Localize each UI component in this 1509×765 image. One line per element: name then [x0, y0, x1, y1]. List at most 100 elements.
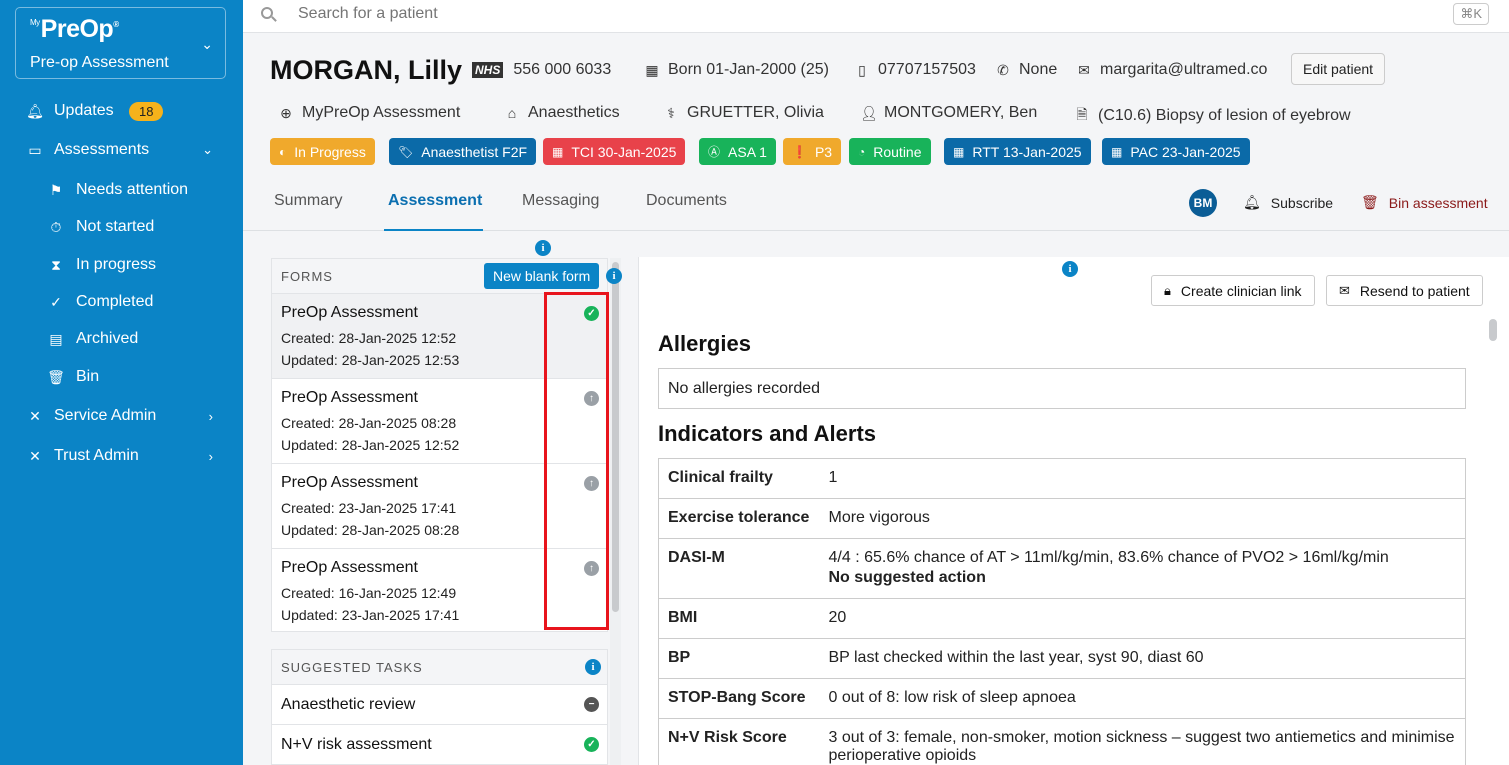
pathway-badge: 🏷︎ Anaesthetist F2F	[389, 138, 537, 165]
chevron-down-icon: ⌄	[201, 36, 213, 52]
consultant: 👤︎ MONTGOMERY, Ben	[860, 104, 1038, 121]
tasks-title: SUGGESTED TASKS	[281, 660, 423, 675]
info-icon[interactable]: i	[535, 240, 551, 256]
indicators-table: Clinical frailty 1 Exercise tolerance Mo…	[658, 458, 1466, 765]
tci-badge: ▦ TCI 30-Jan-2025	[543, 138, 686, 165]
asa-badge: Ⓐ ASA 1	[699, 138, 776, 165]
task-item[interactable]: Anaesthetic review −	[272, 685, 607, 725]
table-row: STOP-Bang Score 0 out of 8: low risk of …	[658, 678, 1466, 719]
phone-icon: ✆	[997, 61, 1009, 78]
sidebar-item-archived[interactable]: ▤ Archived	[0, 324, 243, 354]
mobile-number: ▯ 07707157503	[854, 61, 976, 79]
mobile-icon: ▯	[858, 61, 866, 78]
table-row: N+V Risk Score 3 out of 3: female, non-s…	[658, 718, 1466, 765]
calendar-icon: ▦	[953, 144, 965, 159]
patient-search-input[interactable]	[298, 5, 898, 23]
alert-icon: ❗	[792, 144, 807, 159]
calendar-icon: ▦	[645, 61, 659, 78]
active-tab-indicator	[384, 229, 483, 231]
specialty: ⌂ Anaesthetics	[504, 104, 620, 122]
tab-documents[interactable]: Documents	[646, 192, 727, 210]
tab-messaging[interactable]: Messaging	[522, 192, 599, 210]
search-shortcut-hint: ⌘K	[1453, 3, 1489, 25]
search-icon	[261, 7, 277, 23]
subscribe-button[interactable]: 🔔︎ Subscribe	[1243, 194, 1333, 211]
patient-name: MORGAN, Lilly	[270, 55, 463, 85]
info-icon[interactable]: i	[606, 268, 622, 284]
envelope-icon: ✉	[1339, 282, 1350, 298]
info-icon[interactable]: i	[585, 659, 601, 675]
create-clinician-link-button[interactable]: 🔒︎ Create clinician link	[1151, 275, 1315, 306]
stopwatch-icon: ⏱︎	[50, 218, 62, 235]
tag-icon: 🏷︎	[398, 144, 414, 159]
chevron-right-icon: ›	[208, 448, 213, 464]
allergies-content: No allergies recorded	[658, 368, 1466, 409]
chevron-right-icon: ›	[208, 408, 213, 424]
assessment-detail-panel: i 🔒︎ Create clinician link ✉ Resend to pat…	[638, 257, 1509, 765]
resend-to-patient-button[interactable]: ✉ Resend to patient	[1326, 275, 1483, 306]
urgency-badge: ◔ Routine	[849, 138, 931, 165]
pac-badge: ▦ PAC 23-Jan-2025	[1102, 138, 1250, 165]
user-icon: 👤︎	[860, 104, 878, 121]
updates-count-badge: 18	[129, 102, 164, 121]
suggested-tasks-panel: SUGGESTED TASKS i Anaesthetic review − N…	[271, 649, 608, 765]
document-icon: 🗎	[1076, 106, 1088, 122]
stethoscope-icon: ⚕	[667, 104, 675, 121]
sidebar-item-trust-admin[interactable]: ✕ Trust Admin ›	[0, 441, 243, 471]
procedure: 🗎 (C10.6) Biopsy of lesion of eyebrow	[1074, 104, 1350, 128]
sidebar-item-completed[interactable]: ✓ Completed	[0, 287, 243, 317]
sidebar-item-updates[interactable]: 🔔︎ Updates 18	[0, 96, 243, 126]
table-row: Clinical frailty 1	[658, 458, 1466, 499]
avatar[interactable]: BM	[1189, 189, 1217, 217]
status-badge: ◐ In Progress	[270, 138, 375, 165]
bin-assessment-button[interactable]: 🗑︎ Bin assessment	[1361, 194, 1488, 211]
archive-icon: ▤	[49, 330, 63, 347]
assessment-type: ⊕ MyPreOp Assessment	[278, 104, 460, 122]
tasks-header: SUGGESTED TASKS i	[272, 650, 607, 685]
forms-title: FORMS	[281, 269, 333, 284]
task-item[interactable]: N+V risk assessment ✓	[272, 725, 607, 765]
table-row: Exercise tolerance More vigorous	[658, 498, 1466, 539]
forms-header: FORMS New blank form	[272, 259, 607, 294]
asa-icon: Ⓐ	[708, 145, 721, 159]
bell-icon: 🔔︎	[1243, 194, 1261, 210]
indicators-heading: Indicators and Alerts	[658, 421, 877, 446]
sidebar-item-needs-attention[interactable]: ⚑ Needs attention	[0, 175, 243, 205]
service-selector[interactable]: MyPreOp® Pre-op Assessment ⌄	[15, 7, 226, 79]
check-circle-icon: ✓	[584, 737, 599, 752]
date-of-birth: ▦ Born 01-Jan-2000 (25)	[645, 61, 829, 78]
detail-scrollbar[interactable]	[1489, 319, 1497, 341]
sidebar-item-service-admin[interactable]: ✕ Service Admin ›	[0, 401, 243, 431]
table-row: BP BP last checked within the last year,…	[658, 638, 1466, 679]
new-blank-form-button[interactable]: New blank form	[484, 263, 600, 289]
table-row: BMI 20	[658, 598, 1466, 639]
lock-icon: 🔒︎	[1164, 282, 1171, 298]
edit-patient-button[interactable]: Edit patient	[1291, 53, 1386, 85]
highlight-box	[544, 292, 609, 630]
hourglass-icon: ⧗	[51, 256, 61, 273]
hospital-icon: ⊕	[280, 104, 292, 121]
phone-number: ✆ None	[995, 61, 1057, 79]
forms-scrollbar[interactable]	[612, 262, 619, 612]
sidebar-item-not-started[interactable]: ⏱︎ Not started	[0, 212, 243, 242]
tab-assessment[interactable]: Assessment	[388, 192, 482, 210]
trash-icon: 🗑︎	[47, 368, 65, 385]
trash-icon: 🗑︎	[1361, 194, 1379, 210]
clipboard-check-icon: ✓	[50, 293, 62, 310]
tab-summary[interactable]: Summary	[274, 192, 342, 210]
sidebar-item-bin[interactable]: 🗑︎ Bin	[0, 362, 243, 392]
minus-circle-icon: −	[584, 697, 599, 712]
tools-icon: ✕	[29, 407, 41, 424]
bell-icon: 🔔︎	[26, 102, 44, 119]
home-icon: ⌂	[507, 105, 517, 121]
sidebar-item-assessments[interactable]: ▭ Assessments ⌄	[0, 135, 243, 165]
monitor-icon: ▭	[28, 141, 42, 158]
sidebar-item-in-progress[interactable]: ⧗ In progress	[0, 250, 243, 280]
info-icon[interactable]: i	[1062, 261, 1078, 277]
app-logo: MyPreOp®	[30, 15, 119, 43]
tools-icon: ✕	[29, 447, 41, 464]
rtt-badge: ▦ RTT 13-Jan-2025	[944, 138, 1091, 165]
allergies-heading: Allergies	[658, 331, 751, 356]
clock-icon: ◔	[858, 144, 866, 159]
service-name: Pre-op Assessment	[30, 54, 169, 71]
